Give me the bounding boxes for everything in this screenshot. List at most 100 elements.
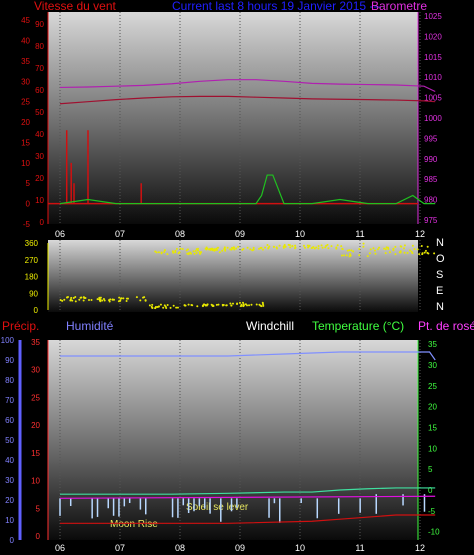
- gust-axis-tick: 20: [35, 174, 44, 183]
- direction-point: [71, 299, 74, 302]
- direction-point: [421, 253, 424, 256]
- wind-axis-tick: 45: [21, 16, 30, 25]
- temperature-axis-tick: 30: [428, 361, 437, 370]
- direction-point: [416, 248, 419, 251]
- direction-point: [408, 249, 411, 252]
- direction-point: [82, 296, 85, 299]
- direction-point: [119, 299, 122, 302]
- direction-point: [205, 246, 208, 249]
- direction-point: [223, 248, 226, 251]
- direction-point: [87, 298, 90, 301]
- barometer-label: Barometre: [371, 0, 427, 13]
- direction-point: [369, 248, 372, 251]
- direction-point: [166, 304, 169, 307]
- wind-axis-tick: 25: [21, 98, 30, 107]
- humidity-axis-tick: 20: [31, 421, 40, 430]
- wind-plot-area: [48, 12, 418, 224]
- humidity-axis-tick: 10: [31, 477, 40, 486]
- direction-point: [294, 244, 297, 247]
- wind-axis-tick: 35: [21, 57, 30, 66]
- direction-point: [221, 249, 224, 252]
- direction-point: [403, 251, 406, 254]
- temperature-label: Temperature (°C): [312, 319, 404, 333]
- temperature-axis-tick: 5: [428, 465, 433, 474]
- direction-point: [400, 245, 403, 248]
- temperature-axis-tick: 15: [428, 424, 437, 433]
- barometer-axis-tick: 975: [424, 216, 438, 225]
- direction-point: [345, 254, 348, 257]
- direction-point: [236, 302, 239, 305]
- humidity-axis-tick: 25: [31, 393, 40, 402]
- direction-point: [176, 306, 179, 309]
- wind-axis-tick: 20: [21, 118, 30, 127]
- direction-point: [181, 248, 184, 251]
- humidity-axis-tick: 35: [31, 338, 40, 347]
- direction-point: [399, 251, 402, 254]
- direction-point: [348, 249, 351, 252]
- direction-point: [315, 246, 318, 249]
- precip-label: Précip.: [2, 319, 39, 333]
- direction-point: [157, 251, 160, 254]
- direction-point: [308, 244, 311, 247]
- direction-point: [238, 301, 241, 304]
- direction-point: [190, 304, 193, 307]
- direction-point: [411, 244, 414, 247]
- direction-point: [237, 245, 240, 248]
- direction-axis-tick: 180: [25, 273, 39, 282]
- direction-point: [63, 298, 66, 301]
- x-tick-label-top: 11: [355, 229, 364, 239]
- wind-axis-tick: 15: [21, 138, 30, 147]
- gust-axis-tick: 50: [35, 108, 44, 117]
- gust-axis-tick: 40: [35, 130, 44, 139]
- direction-point: [317, 245, 320, 248]
- x-tick-label-top: 08: [175, 229, 185, 239]
- direction-point: [260, 246, 263, 249]
- direction-point: [321, 246, 324, 249]
- direction-point: [378, 246, 381, 249]
- direction-point: [424, 249, 427, 252]
- direction-point: [199, 252, 202, 255]
- direction-point: [340, 254, 343, 257]
- moonrise-annotation: Moon Rise: [110, 519, 158, 530]
- direction-point: [206, 303, 209, 306]
- x-tick-label-bottom: 09: [235, 543, 245, 553]
- direction-point: [250, 303, 253, 306]
- direction-point: [122, 297, 125, 300]
- direction-point: [111, 298, 114, 301]
- direction-point: [249, 248, 252, 251]
- direction-point: [392, 247, 395, 250]
- temperature-axis-tick: 20: [428, 403, 437, 412]
- direction-point: [67, 296, 70, 299]
- chart-title: Current last 8 hours 19 Janvier 2015 ---: [172, 0, 381, 13]
- direction-point: [411, 252, 414, 255]
- direction-point: [144, 299, 147, 302]
- direction-point: [294, 246, 297, 249]
- direction-point: [189, 252, 192, 255]
- direction-point: [96, 298, 99, 301]
- direction-point: [231, 246, 234, 249]
- direction-point: [362, 242, 365, 245]
- direction-point: [148, 304, 151, 307]
- direction-point: [235, 247, 238, 250]
- direction-point: [166, 253, 169, 256]
- direction-point: [384, 248, 387, 251]
- direction-point: [82, 299, 85, 302]
- direction-point: [358, 248, 361, 251]
- direction-point: [258, 247, 261, 250]
- direction-point: [125, 300, 128, 303]
- barometer-axis-tick: 995: [424, 134, 438, 143]
- barometer-axis-tick: 1025: [424, 12, 442, 21]
- direction-point: [368, 252, 371, 255]
- direction-point: [423, 251, 426, 254]
- direction-point: [241, 301, 244, 304]
- wind-axis-tick: 0: [26, 200, 31, 209]
- direction-point: [272, 245, 275, 248]
- direction-point: [383, 247, 386, 250]
- direction-point: [230, 304, 233, 307]
- direction-point: [226, 246, 229, 249]
- direction-point: [171, 250, 174, 253]
- direction-point: [406, 252, 409, 255]
- x-tick-label-top: 09: [235, 229, 245, 239]
- humidity-axis-tick: 5: [36, 504, 41, 513]
- precip-axis-tick: 50: [5, 436, 14, 445]
